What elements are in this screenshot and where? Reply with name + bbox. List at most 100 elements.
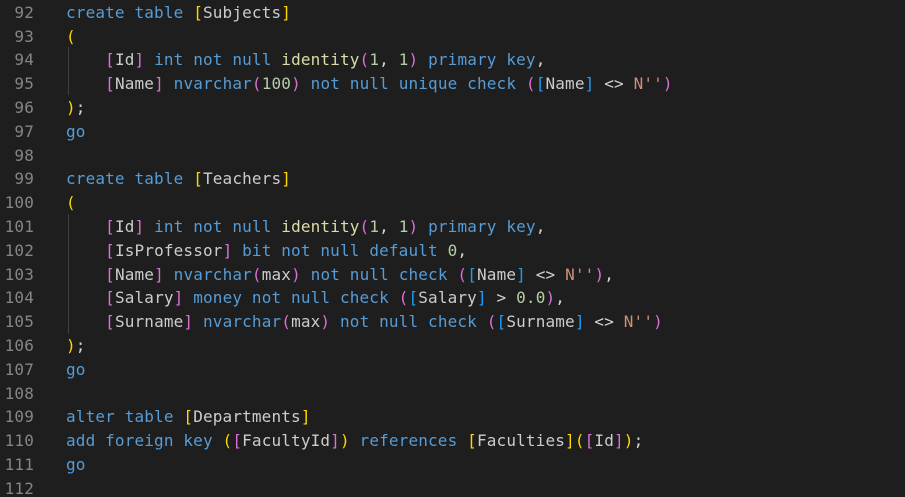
code-token: identity — [281, 217, 360, 237]
code-line[interactable]: 108 — [0, 381, 905, 405]
code-text[interactable]: ( — [66, 193, 76, 212]
code-token: ] — [584, 74, 595, 94]
code-text[interactable]: ( — [66, 27, 76, 46]
line-number: 97 — [14, 121, 34, 141]
code-token: Subjects — [202, 2, 282, 22]
code-line[interactable]: 112 — [0, 477, 905, 497]
code-token: ) — [291, 74, 301, 94]
code-text[interactable]: [Surname] nvarchar(max) not null check (… — [66, 312, 663, 331]
code-line[interactable]: 99 create table [Teachers] — [0, 167, 905, 191]
code-token: 100 — [261, 74, 292, 94]
line-number: 98 — [14, 145, 34, 165]
code-text[interactable]: [IsProfessor] bit not null default 0, — [66, 241, 467, 260]
code-line[interactable]: 111 go — [0, 453, 905, 477]
line-number: 111 — [4, 455, 34, 475]
code-token: IsProfessor — [114, 240, 223, 260]
code-token: [ — [584, 431, 595, 451]
code-editor[interactable]: 92 create table [Subjects] 93(94 [Id] int … — [0, 0, 905, 497]
code-line[interactable]: 105 [Surname] nvarchar(max) not null che… — [0, 310, 905, 334]
code-token: go — [66, 455, 86, 475]
code-token: , — [555, 288, 566, 308]
code-token: FacultyId — [242, 431, 331, 451]
code-line[interactable]: 107 go — [0, 358, 905, 382]
code-token: int not null — [144, 217, 282, 237]
code-token: <> — [525, 264, 566, 284]
code-token: ) — [291, 264, 301, 284]
code-text[interactable]: [Name] nvarchar(max) not null check ([Na… — [66, 265, 614, 284]
code-token: [ — [183, 407, 194, 427]
code-token: nvarchar — [193, 312, 282, 332]
line-number: 104 — [4, 288, 34, 308]
code-token: max — [291, 312, 321, 332]
line-number: 94 — [14, 50, 34, 70]
code-line[interactable]: 93 ( — [0, 24, 905, 48]
code-token: ] — [516, 264, 526, 284]
code-token: ] — [574, 312, 585, 332]
code-line[interactable]: 101 [Id] int not null identity(1, 1) pri… — [0, 215, 905, 239]
code-token: ] — [134, 50, 145, 70]
line-number: 93 — [14, 26, 34, 46]
code-token: , — [535, 50, 546, 70]
code-line[interactable]: 103 [Name] nvarchar(max) not null check … — [0, 262, 905, 286]
code-token: primary key — [418, 50, 536, 70]
code-token: ] — [613, 431, 624, 451]
code-line[interactable]: 97 go — [0, 120, 905, 144]
code-token: nvarchar — [163, 264, 252, 284]
code-line[interactable]: 96); — [0, 96, 905, 120]
code-text[interactable]: go — [66, 122, 86, 141]
code-token: [ — [232, 431, 243, 451]
code-token: [ — [105, 240, 115, 260]
code-line[interactable]: 104 [Salary] money not null check ([Sala… — [0, 286, 905, 310]
code-text[interactable]: go — [66, 455, 86, 474]
code-line[interactable]: 109 alter table [Departments] — [0, 405, 905, 429]
code-text[interactable]: create table [Teachers] — [66, 169, 291, 188]
code-token: ] — [134, 217, 145, 237]
code-token: ; — [633, 431, 644, 451]
code-line[interactable]: 95 [Name] nvarchar(100) not null unique … — [0, 72, 905, 96]
code-token: [ — [535, 74, 546, 94]
code-line[interactable]: 106); — [0, 334, 905, 358]
line-number: 105 — [4, 312, 34, 332]
code-token: nvarchar — [163, 74, 252, 94]
code-token: ( — [486, 312, 497, 332]
code-token: [ — [467, 264, 477, 284]
code-token: ( — [398, 288, 409, 308]
code-token: N'' — [565, 264, 595, 284]
code-token: not null unique check — [300, 74, 526, 94]
line-number: 110 — [4, 431, 34, 451]
code-line[interactable]: 102 [IsProfessor] bit not null default 0… — [0, 239, 905, 263]
code-text[interactable]: create table [Subjects] — [66, 3, 291, 22]
code-token: Name — [477, 264, 517, 284]
code-token: ) — [653, 312, 663, 332]
code-text[interactable]: ); — [66, 98, 86, 117]
code-text[interactable]: alter table [Departments] — [66, 407, 311, 426]
code-token: [ — [105, 50, 115, 70]
code-line[interactable]: 98 — [0, 143, 905, 167]
code-token: money not null check — [183, 288, 399, 308]
code-text[interactable]: ); — [66, 336, 86, 355]
code-line[interactable]: 110 add foreign key ([FacultyId]) referen… — [0, 429, 905, 453]
code-token: [ — [105, 264, 115, 284]
code-token: Id — [114, 217, 135, 237]
code-token: , — [379, 50, 399, 70]
code-text[interactable]: add foreign key ([FacultyId]) references… — [66, 431, 643, 450]
code-text[interactable]: go — [66, 360, 86, 379]
code-token: , — [604, 264, 615, 284]
code-text[interactable]: [Name] nvarchar(100) not null unique che… — [66, 74, 673, 93]
code-line[interactable]: 100 ( — [0, 191, 905, 215]
code-token: Id — [114, 50, 135, 70]
code-text[interactable]: [Id] int not null identity(1, 1) primary… — [66, 50, 546, 69]
code-token: ( — [525, 74, 536, 94]
code-token: [ — [193, 169, 203, 189]
code-line[interactable]: 94 [Id] int not null identity(1, 1) prim… — [0, 48, 905, 72]
code-line[interactable]: 92 create table [Subjects] — [0, 1, 905, 25]
code-token: > — [486, 288, 517, 308]
code-text[interactable]: [Id] int not null identity(1, 1) primary… — [66, 217, 546, 236]
code-token: ] — [154, 74, 164, 94]
code-token: ] — [154, 264, 164, 284]
code-text[interactable]: [Salary] money not null check ([Salary] … — [66, 288, 565, 307]
